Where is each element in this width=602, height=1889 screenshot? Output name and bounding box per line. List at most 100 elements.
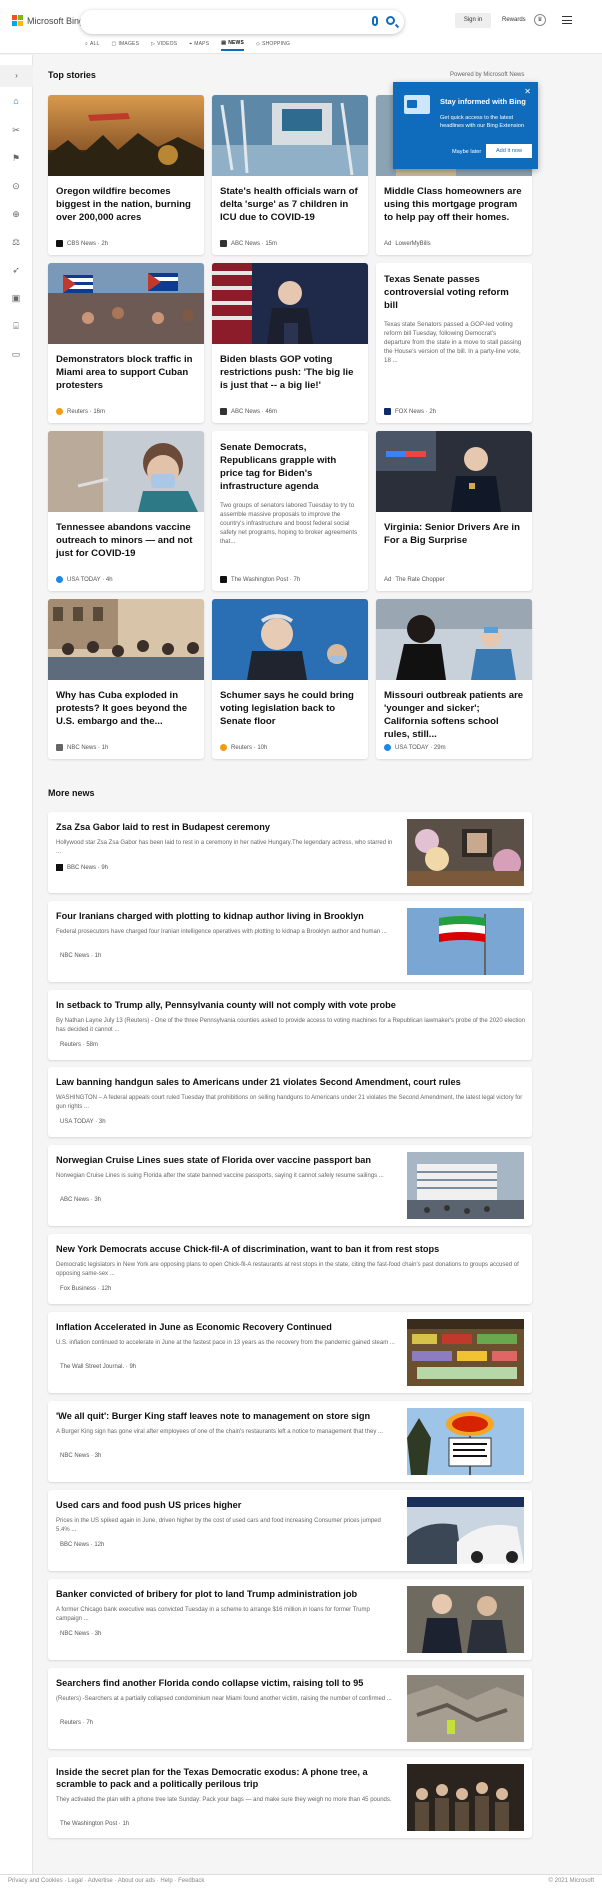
news-card[interactable]: Biden blasts GOP voting restrictions pus… xyxy=(212,263,368,423)
logo-text: Microsoft Bing xyxy=(27,15,85,26)
news-item[interactable]: Law banning handgun sales to Americans u… xyxy=(48,1067,532,1137)
microphone-icon[interactable] xyxy=(372,16,378,26)
news-title[interactable]: New York Democrats accuse Chick-fil-A of… xyxy=(56,1243,516,1255)
news-source: BBC News · 9h xyxy=(56,864,108,871)
tab-all[interactable]: ⌕ ALL xyxy=(85,40,100,51)
news-source: NBC News · 3h xyxy=(60,1453,102,1459)
ad-card[interactable]: Virginia: Senior Drivers Are in For a Bi… xyxy=(376,431,532,591)
news-title[interactable]: Inside the secret plan for the Texas Dem… xyxy=(56,1766,376,1790)
search-input[interactable] xyxy=(80,10,404,34)
news-item[interactable]: 'We all quit': Burger King staff leaves … xyxy=(48,1401,532,1482)
news-title[interactable]: Inflation Accelerated in June as Economi… xyxy=(56,1321,396,1333)
icu-monitor-image xyxy=(212,95,368,176)
news-card[interactable]: Tennessee abandons vaccine outreach to m… xyxy=(48,431,204,591)
news-item[interactable]: Searchers find another Florida condo col… xyxy=(48,1668,532,1749)
card-title[interactable]: Demonstrators block traffic in Miami are… xyxy=(48,344,204,392)
card-title[interactable]: Senate Democrats, Republicans grapple wi… xyxy=(212,431,368,493)
news-description: Norwegian Cruise Lines is suing Florida … xyxy=(56,1173,384,1179)
card-source: USA TODAY · 4h xyxy=(56,576,113,583)
search-icon[interactable] xyxy=(386,16,395,25)
news-item[interactable]: Four Iranians charged with plotting to k… xyxy=(48,901,532,982)
card-source: ABC News · 15m xyxy=(220,240,277,247)
more-news-heading: More news xyxy=(48,788,95,798)
news-title[interactable]: Searchers find another Florida condo col… xyxy=(56,1677,396,1689)
card-title[interactable]: Tennessee abandons vaccine outreach to m… xyxy=(48,512,204,560)
card-title[interactable]: Middle Class homeowners are using this m… xyxy=(376,176,532,224)
news-card[interactable]: Schumer says he could bring voting legis… xyxy=(212,599,368,759)
police-officer-image xyxy=(376,431,532,512)
news-description: WASHINGTON – A federal appeals court rul… xyxy=(56,1095,523,1110)
news-card[interactable]: Oregon wildfire becomes biggest in the n… xyxy=(48,95,204,255)
rocket-icon[interactable]: ➶ xyxy=(10,264,22,276)
news-source: USA TODAY · 3h xyxy=(60,1119,106,1125)
card-title[interactable]: Schumer says he could bring voting legis… xyxy=(212,680,368,728)
card-source: CBS News · 2h xyxy=(56,240,108,247)
news-card[interactable]: Missouri outbreak patients are 'younger … xyxy=(376,599,532,759)
sports-icon[interactable]: ✂ xyxy=(10,124,22,136)
tab-news[interactable]: ▤ NEWS xyxy=(221,40,245,51)
news-item[interactable]: Used cars and food push US prices higher… xyxy=(48,1490,532,1571)
card-title[interactable]: Virginia: Senior Drivers Are in For a Bi… xyxy=(376,512,532,547)
news-title[interactable]: 'We all quit': Burger King staff leaves … xyxy=(56,1410,396,1422)
tab-maps[interactable]: ⌖ MAPS xyxy=(189,40,209,51)
card-title[interactable]: Why has Cuba exploded in protests? It go… xyxy=(48,680,204,728)
news-card[interactable]: Why has Cuba exploded in protests? It go… xyxy=(48,599,204,759)
news-title[interactable]: Law banning handgun sales to Americans u… xyxy=(56,1076,516,1088)
card-title[interactable]: State's health officials warn of delta '… xyxy=(212,176,368,224)
bing-logo[interactable]: Microsoft Bing xyxy=(12,15,84,26)
news-item[interactable]: Norwegian Cruise Lines sues state of Flo… xyxy=(48,1145,532,1226)
news-source: ABC News · 3h xyxy=(60,1197,102,1203)
covid-testing-image xyxy=(376,599,532,680)
business-icon[interactable]: ⌸ xyxy=(10,320,22,332)
news-card[interactable]: Demonstrators block traffic in Miami are… xyxy=(48,263,204,423)
news-title[interactable]: Norwegian Cruise Lines sues state of Flo… xyxy=(56,1154,396,1166)
rewards-medal-icon[interactable]: ♛ xyxy=(534,14,546,26)
news-item[interactable]: Zsa Zsa Gabor laid to rest in Budapest c… xyxy=(48,812,532,893)
news-description: Hollywood star Zsa Zsa Gabor has been la… xyxy=(56,840,393,855)
globe-icon[interactable]: ⊕ xyxy=(10,208,22,220)
home-icon[interactable]: ⌂ xyxy=(10,95,22,107)
add-extension-button[interactable]: Add it now xyxy=(486,144,532,158)
entertainment-icon[interactable]: ▣ xyxy=(10,292,22,304)
card-title[interactable]: Biden blasts GOP voting restrictions pus… xyxy=(212,344,368,392)
cuba-protest-image xyxy=(48,599,204,680)
news-card[interactable]: State's health officials warn of delta '… xyxy=(212,95,368,255)
footer-links[interactable]: Privacy and Cookies · Legal · Advertise … xyxy=(8,1878,204,1884)
news-title[interactable]: In setback to Trump ally, Pennsylvania c… xyxy=(56,999,516,1011)
card-title[interactable]: Texas Senate passes controversial voting… xyxy=(376,263,532,312)
banker-court-image xyxy=(407,1586,524,1653)
sign-in-button[interactable]: Sign in xyxy=(455,13,491,28)
card-title[interactable]: Missouri outbreak patients are 'younger … xyxy=(376,680,532,741)
news-title[interactable]: Used cars and food push US prices higher xyxy=(56,1499,396,1511)
tab-images[interactable]: ▢ IMAGES xyxy=(112,40,140,51)
news-title[interactable]: Zsa Zsa Gabor laid to rest in Budapest c… xyxy=(56,821,396,833)
news-item[interactable]: Inside the secret plan for the Texas Dem… xyxy=(48,1757,532,1838)
expand-sidebar-icon[interactable]: › xyxy=(0,65,33,87)
news-source: The Washington Post · 1h xyxy=(60,1821,130,1827)
news-title[interactable]: Four Iranians charged with plotting to k… xyxy=(56,910,396,922)
politics-icon[interactable]: ⚖ xyxy=(10,236,22,248)
news-card[interactable]: Texas Senate passes controversial voting… xyxy=(376,263,532,423)
news-card[interactable]: Senate Democrats, Republicans grapple wi… xyxy=(212,431,368,591)
news-item[interactable]: Banker convicted of bribery for plot to … xyxy=(48,1579,532,1660)
news-description: Democratic legislators in New York are o… xyxy=(56,1262,519,1277)
tab-videos[interactable]: ▷ VIDEOS xyxy=(151,40,177,51)
location-icon[interactable]: ⊙ xyxy=(10,180,22,192)
news-item[interactable]: Inflation Accelerated in June as Economi… xyxy=(48,1312,532,1393)
tab-shopping[interactable]: ◇ SHOPPING xyxy=(256,40,290,51)
news-item[interactable]: New York Democrats accuse Chick-fil-A of… xyxy=(48,1234,532,1304)
maybe-later-button[interactable]: Maybe later xyxy=(452,149,481,155)
rewards-link[interactable]: Rewards xyxy=(502,17,526,23)
news-title[interactable]: Banker convicted of bribery for plot to … xyxy=(56,1588,396,1600)
nbc-logo-icon xyxy=(56,744,63,751)
hamburger-menu-icon[interactable] xyxy=(562,16,572,24)
news-item[interactable]: In setback to Trump ally, Pennsylvania c… xyxy=(48,990,532,1060)
news-description: By Nathan Layne July 13 (Reuters) - One … xyxy=(56,1018,526,1033)
close-icon[interactable]: ✕ xyxy=(524,87,531,96)
card-title[interactable]: Oregon wildfire becomes biggest in the n… xyxy=(48,176,204,224)
money-icon[interactable]: ▭ xyxy=(10,348,22,360)
vaccine-image xyxy=(48,431,204,512)
flag-icon[interactable]: ⚑ xyxy=(10,152,22,164)
microsoft-logo-icon xyxy=(12,15,23,26)
category-sidebar: › ⌂ ✂ ⚑ ⊙ ⊕ ⚖ ➶ ▣ ⌸ ▭ xyxy=(0,55,33,1889)
